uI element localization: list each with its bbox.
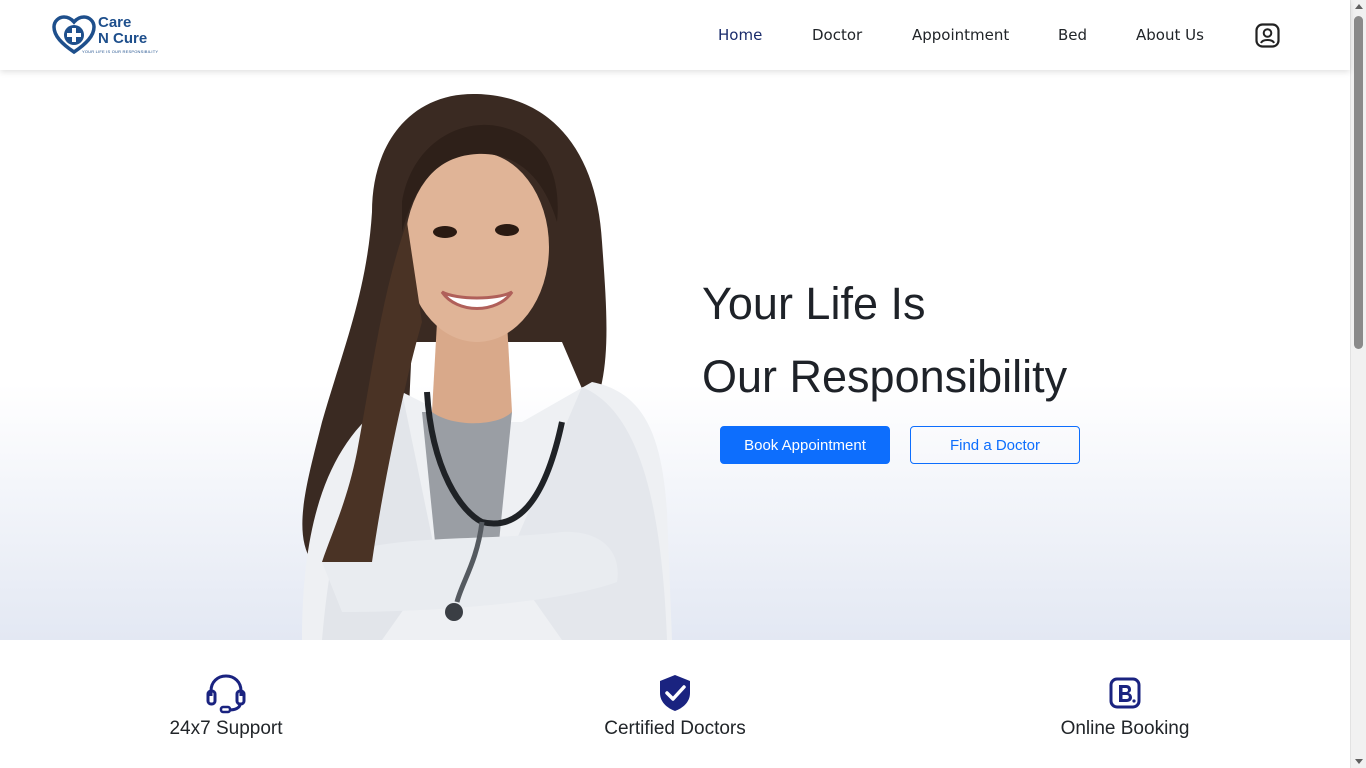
hero-title-line2: Our Responsibility bbox=[702, 351, 1068, 402]
feature-certified: Certified Doctors bbox=[555, 672, 795, 740]
page-scrollbar[interactable] bbox=[1350, 0, 1366, 768]
shield-check-icon bbox=[660, 675, 690, 711]
scrollbar-thumb[interactable] bbox=[1354, 16, 1363, 349]
scroll-down-arrow-icon[interactable] bbox=[1355, 759, 1363, 764]
nav-item-appointment[interactable]: Appointment bbox=[912, 24, 1009, 46]
nav-item-doctor[interactable]: Doctor bbox=[812, 24, 862, 46]
brand-tagline: YOUR LIFE IS OUR RESPONSIBILITY bbox=[82, 49, 159, 54]
nav-item-home[interactable]: Home bbox=[718, 24, 762, 46]
headset-icon bbox=[206, 674, 246, 714]
hero-section: Your Life Is Our Responsibility Book App… bbox=[0, 70, 1350, 640]
book-appointment-button[interactable]: Book Appointment bbox=[720, 426, 890, 464]
features-section: 24x7 Support Certified Doctors Online Bo… bbox=[0, 640, 1350, 768]
user-circle-icon[interactable] bbox=[1255, 23, 1280, 48]
nav-item-about-us[interactable]: About Us bbox=[1136, 24, 1204, 46]
hero-title-line1: Your Life Is bbox=[702, 278, 926, 329]
feature-booking: Online Booking bbox=[1005, 672, 1245, 740]
scroll-up-arrow-icon[interactable] bbox=[1355, 4, 1363, 9]
feature-support: 24x7 Support bbox=[106, 672, 346, 740]
navbar: Care N Cure YOUR LIFE IS OUR RESPONSIBIL… bbox=[0, 0, 1350, 70]
doctor-photo bbox=[302, 93, 672, 640]
booking-b-icon bbox=[1109, 677, 1141, 709]
feature-label: 24x7 Support bbox=[169, 718, 283, 739]
feature-label: Certified Doctors bbox=[604, 718, 746, 739]
find-doctor-button[interactable]: Find a Doctor bbox=[910, 426, 1080, 464]
nav-item-bed[interactable]: Bed bbox=[1058, 24, 1087, 46]
main-nav: Home Doctor Appointment Bed About Us bbox=[0, 24, 1350, 48]
feature-label: Online Booking bbox=[1060, 718, 1190, 739]
